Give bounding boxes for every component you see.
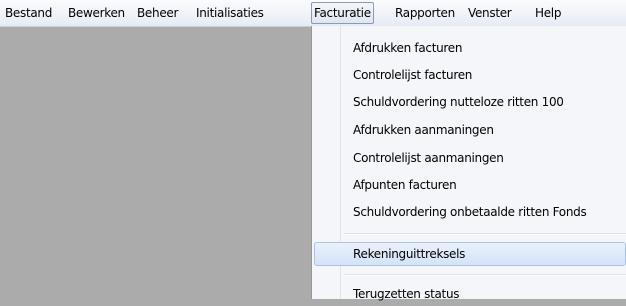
menu-item-label: Schuldvordering onbetaalde ritten Fonds [353, 205, 587, 219]
menu-help[interactable]: Help [533, 3, 563, 23]
workspace-area [0, 27, 312, 299]
menu-item-schuldvordering-nutteloze-ritten[interactable]: Schuldvordering nutteloze ritten 100 [314, 90, 626, 114]
menu-item-label: Afdrukken facturen [353, 41, 463, 55]
menu-item-controlelijst-facturen[interactable]: Controlelijst facturen [314, 63, 626, 87]
menu-item-label: Terugzetten status [353, 287, 460, 301]
menu-item-rekeninguittreksels[interactable]: Rekeninguittreksels [314, 242, 626, 266]
menu-item-afdrukken-aanmaningen[interactable]: Afdrukken aanmaningen [314, 118, 626, 142]
menu-item-label: Controlelijst aanmaningen [353, 151, 504, 165]
menu-item-label: Afpunten facturen [353, 178, 457, 192]
menu-item-terugzetten-status[interactable]: Terugzetten status [314, 282, 626, 306]
menu-venster[interactable]: Venster [466, 3, 513, 23]
menu-initialisaties[interactable]: Initialisaties [194, 3, 266, 23]
menu-bestand[interactable]: Bestand [3, 3, 54, 23]
menu-separator [344, 274, 626, 276]
menu-item-label: Afdrukken aanmaningen [353, 123, 494, 137]
menu-beheer[interactable]: Beheer [135, 3, 180, 23]
menu-facturatie[interactable]: Facturatie [311, 2, 374, 24]
menu-item-label: Controlelijst facturen [353, 68, 473, 82]
menu-item-label: Rekeninguittreksels [353, 247, 466, 261]
menu-item-schuldvordering-onbetaalde-ritten[interactable]: Schuldvordering onbetaalde ritten Fonds [314, 200, 626, 224]
facturatie-dropdown: Afdrukken facturen Controlelijst facture… [311, 26, 626, 301]
menu-item-afdrukken-facturen[interactable]: Afdrukken facturen [314, 36, 626, 60]
menu-bar: Bestand Bewerken Beheer Initialisaties F… [0, 0, 626, 27]
menu-item-label: Schuldvordering nutteloze ritten 100 [353, 95, 564, 109]
menu-rapporten[interactable]: Rapporten [393, 3, 457, 23]
menu-bewerken[interactable]: Bewerken [66, 3, 127, 23]
menu-item-afpunten-facturen[interactable]: Afpunten facturen [314, 173, 626, 197]
menu-item-controlelijst-aanmaningen[interactable]: Controlelijst aanmaningen [314, 146, 626, 170]
menu-separator [344, 233, 626, 235]
